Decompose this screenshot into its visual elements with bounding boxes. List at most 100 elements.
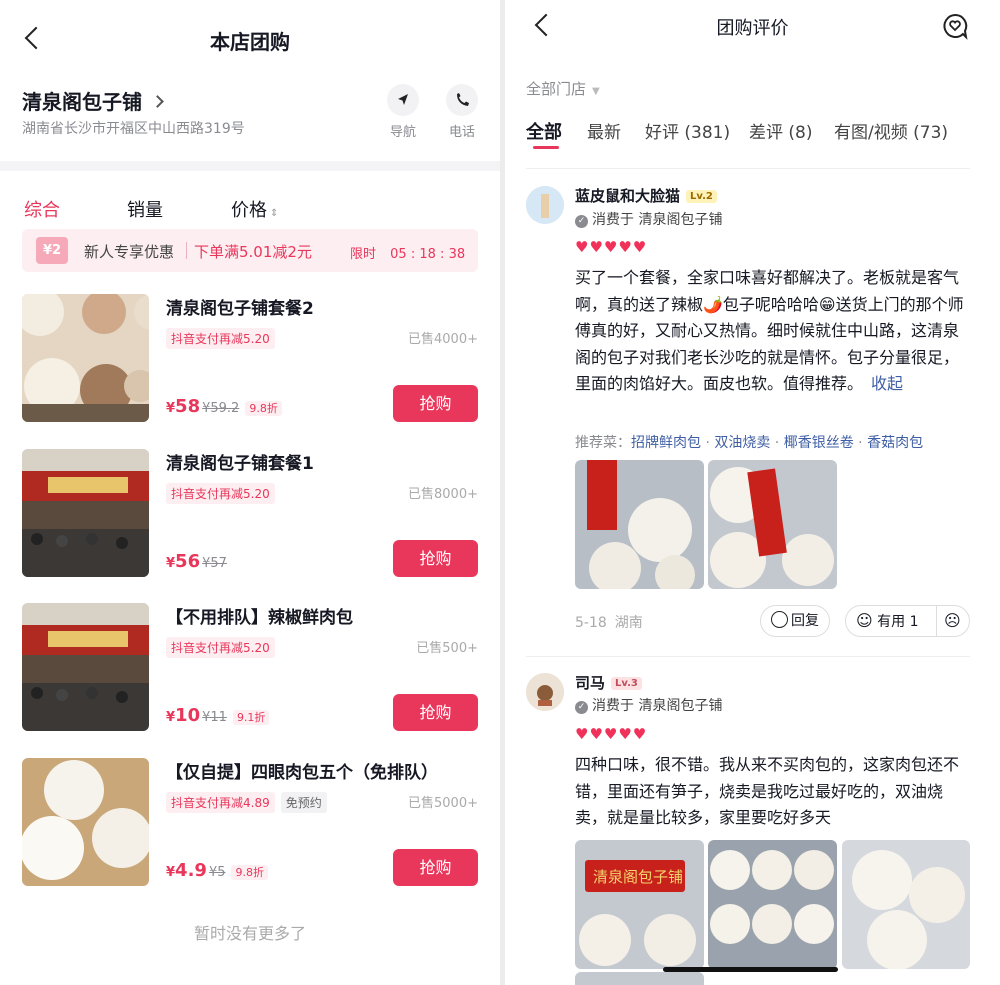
price: 4.9 bbox=[175, 860, 207, 881]
sold-count: 已售8000+ bbox=[408, 487, 478, 502]
collapse-link[interactable]: 收起 bbox=[871, 374, 903, 393]
avatar[interactable] bbox=[526, 186, 564, 224]
timer-hours: 05 bbox=[390, 247, 407, 262]
product-name[interactable]: 【仅自提】四眼肉包五个（免排队） bbox=[166, 758, 438, 783]
level-badge: Lv.3 bbox=[611, 677, 642, 690]
useful-label: 有用 1 bbox=[877, 614, 919, 630]
product-photo bbox=[22, 449, 149, 577]
dish-link[interactable]: 招牌鲜肉包 bbox=[631, 435, 701, 451]
bag-sign-text: 清泉阁包子铺 bbox=[593, 868, 683, 886]
dish-link[interactable]: 椰香银丝卷 bbox=[784, 435, 854, 451]
user-avatar-image bbox=[526, 186, 564, 224]
dumpling-making-photo bbox=[22, 294, 149, 422]
review-photo[interactable] bbox=[575, 460, 704, 589]
shop-header[interactable]: 清泉阁包子铺 bbox=[22, 86, 164, 115]
currency-symbol: ¥ bbox=[166, 865, 176, 880]
chevron-right-icon bbox=[151, 95, 164, 108]
pill-divider bbox=[936, 606, 937, 636]
review-photo[interactable] bbox=[842, 840, 970, 969]
product-tags: 抖音支付再减5.20 bbox=[166, 637, 281, 658]
reviewer-name-text: 司马 bbox=[575, 674, 606, 692]
dish-link[interactable]: 香菇肉包 bbox=[867, 435, 923, 451]
buy-button[interactable]: 抢购 bbox=[393, 694, 478, 731]
reply-label: 回复 bbox=[791, 613, 819, 629]
shop-address: 湖南省长沙市开福区中山西路319号 bbox=[22, 121, 245, 137]
verified-check-icon: ✓ bbox=[575, 701, 588, 714]
review-photo[interactable] bbox=[708, 460, 837, 589]
promo-offer: 下单满5.01减2元 bbox=[194, 243, 312, 261]
price: 56 bbox=[175, 551, 201, 572]
tab-comprehensive[interactable]: 综合 bbox=[24, 196, 60, 222]
frown-icon[interactable]: ☹ bbox=[944, 606, 961, 636]
avatar[interactable] bbox=[526, 673, 564, 711]
store-filter-dropdown[interactable]: 全部门店 ▼ bbox=[526, 78, 600, 99]
product-tags: 抖音支付再减5.20 bbox=[166, 328, 281, 349]
packaged-buns-photo bbox=[708, 460, 837, 589]
buy-button[interactable]: 抢购 bbox=[393, 540, 478, 577]
storefront-photo bbox=[22, 449, 149, 577]
product-name[interactable]: 【不用排队】辣椒鲜肉包 bbox=[166, 603, 353, 628]
reviewer-name-text: 蓝皮鼠和大脸猫 bbox=[575, 187, 681, 205]
consumed-at-text: 消费于 清泉阁包子铺 bbox=[592, 698, 723, 714]
product-item[interactable]: 【仅自提】四眼肉包五个（免排队） 抖音支付再减4.89 免预约 已售5000+ ¥… bbox=[22, 758, 478, 886]
product-tags: 抖音支付再减5.20 bbox=[166, 483, 281, 504]
review-body: 买了一个套餐，全家口味喜好都解决了。老板就是客气啊，真的送了辣椒🌶️包子呢哈哈哈… bbox=[575, 268, 964, 393]
promo-banner[interactable]: ¥2 新人专享优惠 下单满5.01减2元 限时 05 : 18 : 38 bbox=[22, 229, 478, 272]
store-filter-label: 全部门店 bbox=[526, 80, 587, 98]
original-price: ¥57 bbox=[202, 556, 227, 571]
product-name[interactable]: 清泉阁包子铺套餐1 bbox=[166, 449, 314, 474]
consumed-at: ✓ 消费于 清泉阁包子铺 bbox=[575, 209, 722, 229]
tab-price-label: 价格 bbox=[231, 200, 267, 221]
phone-button[interactable] bbox=[446, 84, 478, 116]
tab-with-media[interactable]: 有图/视频 (73) bbox=[834, 118, 948, 143]
review-location: 湖南 bbox=[614, 615, 643, 631]
smile-icon: ☺ bbox=[856, 611, 873, 630]
page-title: 本店团购 bbox=[210, 30, 290, 54]
price: 58 bbox=[175, 396, 201, 417]
shop-name[interactable]: 清泉阁包子铺 bbox=[22, 90, 142, 114]
product-photo bbox=[22, 603, 149, 731]
tab-price[interactable]: 价格 ⇕ bbox=[231, 196, 278, 222]
tab-sales[interactable]: 销量 bbox=[127, 196, 163, 222]
review-text: 买了一个套餐，全家口味喜好都解决了。老板就是客气啊，真的送了辣椒🌶️包子呢哈哈哈… bbox=[575, 265, 971, 398]
tab-latest[interactable]: 最新 bbox=[587, 118, 621, 143]
promo-divider bbox=[186, 242, 187, 259]
payment-discount-tag: 抖音支付再减5.20 bbox=[166, 637, 275, 658]
navigation-button[interactable] bbox=[387, 84, 419, 116]
buy-button[interactable]: 抢购 bbox=[393, 849, 478, 886]
buy-button[interactable]: 抢购 bbox=[393, 385, 478, 422]
dish-link[interactable]: 双油烧卖 bbox=[714, 435, 770, 451]
original-price: ¥59.2 bbox=[202, 401, 240, 416]
tab-negative[interactable]: 差评 (8) bbox=[749, 118, 812, 143]
product-photo bbox=[22, 758, 149, 886]
end-of-list-text: 暂时没有更多了 bbox=[193, 924, 306, 943]
product-item[interactable]: 清泉阁包子铺套餐2 抖音支付再减5.20 已售4000+ ¥58 ¥59.2 9.8… bbox=[22, 294, 478, 422]
product-item[interactable]: 【不用排队】辣椒鲜肉包 抖音支付再减5.20 已售500+ ¥10 ¥11 9.1折… bbox=[22, 603, 478, 731]
timer-label: 限时 bbox=[350, 247, 377, 262]
useful-button[interactable]: ☺ 有用 1 ☹ bbox=[845, 605, 970, 637]
promo-label: 新人专享优惠 bbox=[84, 243, 175, 261]
level-badge: Lv.2 bbox=[686, 190, 717, 203]
phone-label: 电话 bbox=[449, 125, 476, 140]
review-photo[interactable]: 清泉阁包子铺 bbox=[575, 840, 704, 969]
product-item[interactable]: 清泉阁包子铺套餐1 抖音支付再减5.20 已售8000+ ¥56 ¥57 抢购 bbox=[22, 449, 478, 577]
tab-all[interactable]: 全部 bbox=[526, 118, 562, 144]
reviewer-name[interactable]: 司马 Lv.3 bbox=[575, 672, 642, 693]
rating-hearts: ♥♥♥♥♥ bbox=[575, 238, 648, 256]
tab-positive[interactable]: 好评 (381) bbox=[645, 118, 730, 143]
reply-button[interactable]: 回复 bbox=[760, 605, 830, 637]
sold-count: 已售5000+ bbox=[408, 796, 478, 811]
reviewer-name[interactable]: 蓝皮鼠和大脸猫 Lv.2 bbox=[575, 185, 717, 206]
comment-icon bbox=[771, 611, 788, 628]
timer-minutes: 18 bbox=[419, 247, 436, 262]
user-avatar-image bbox=[526, 673, 564, 711]
product-name[interactable]: 清泉阁包子铺套餐2 bbox=[166, 294, 314, 319]
discount-badge: 9.1折 bbox=[232, 710, 270, 725]
recommended-dishes: 推荐菜：招牌鲜肉包 · 双油烧卖 · 椰香银丝卷 · 香菇肉包 bbox=[575, 435, 924, 451]
review-photo-partial[interactable] bbox=[575, 972, 704, 985]
packaged-buns-photo: 清泉阁包子铺 bbox=[575, 840, 704, 969]
product-photo bbox=[22, 294, 149, 422]
review-photo[interactable] bbox=[708, 840, 837, 969]
price: 10 bbox=[175, 705, 201, 726]
chat-heart-icon[interactable] bbox=[941, 12, 969, 40]
